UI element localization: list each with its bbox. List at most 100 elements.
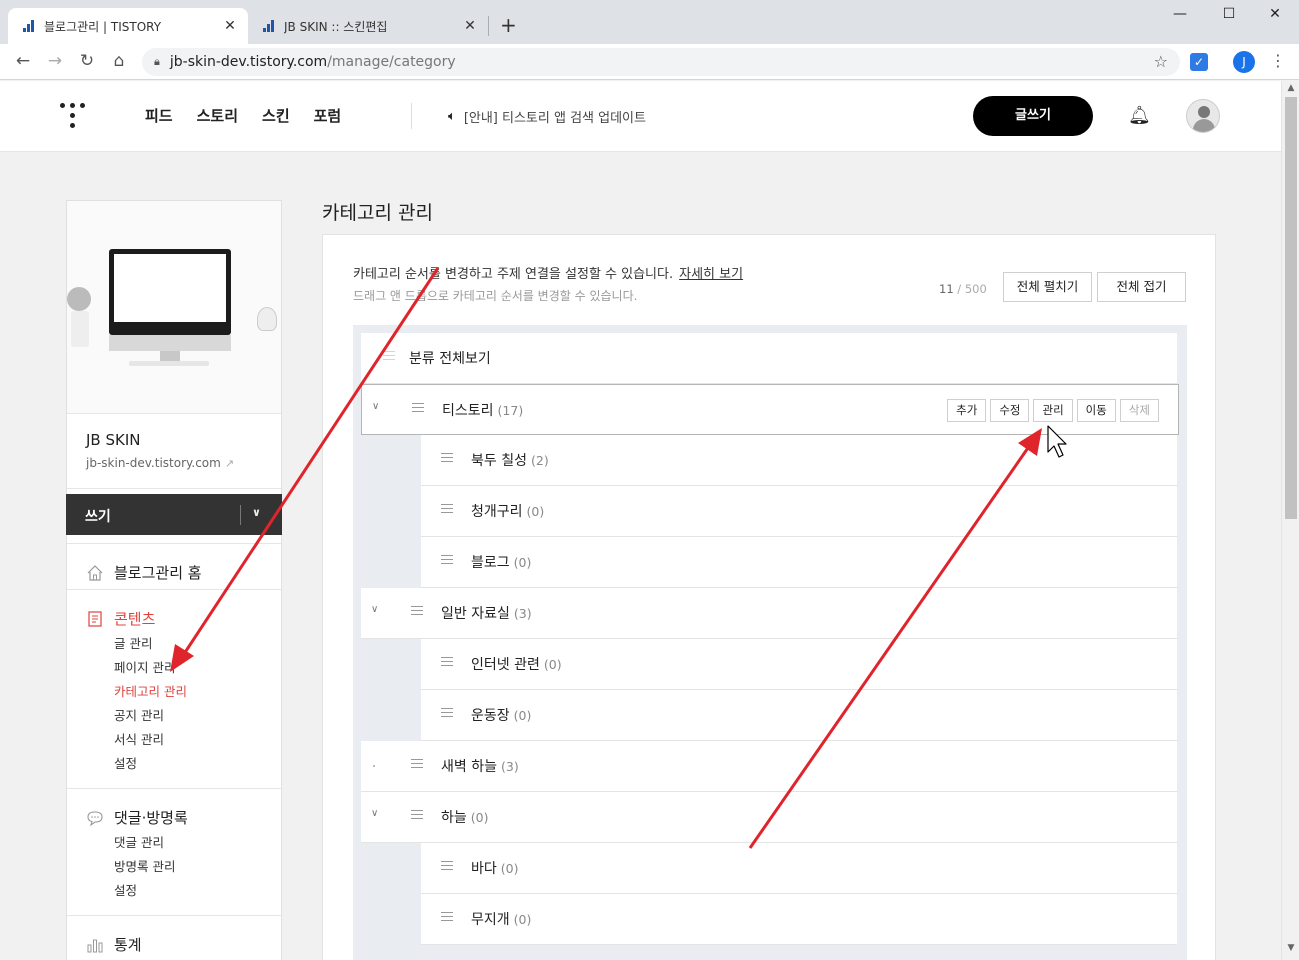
- user-avatar[interactable]: [1186, 99, 1220, 133]
- category-name-text: 하늘: [441, 810, 467, 826]
- forward-icon[interactable]: →: [44, 51, 66, 71]
- page-title: 카테고리 관리: [322, 202, 433, 224]
- maximize-icon[interactable]: ☐: [1214, 6, 1244, 22]
- sidebar-item-comments[interactable]: 댓글·방명록: [86, 807, 188, 828]
- sidebar-sub-notice[interactable]: 공지 관리: [114, 705, 164, 724]
- blog-url-link[interactable]: jb-skin-dev.tistory.com ↗: [86, 456, 234, 470]
- write-bar-separator: [240, 505, 241, 525]
- category-root-row[interactable]: 분류 전체보기: [361, 333, 1177, 384]
- sidebar-item-home[interactable]: 블로그관리 홈: [86, 562, 202, 583]
- notice-link[interactable]: 🔈︎ [안내] 티스토리 앱 검색 업데이트: [448, 107, 646, 126]
- category-name-text: 청개구리: [471, 504, 523, 520]
- sidebar-sub-posts[interactable]: 글 관리: [114, 633, 152, 652]
- drag-handle-icon[interactable]: [441, 861, 453, 870]
- url-bar[interactable]: 🔒︎ jb-skin-dev.tistory.com /manage/categ…: [142, 48, 1180, 76]
- drag-handle-icon[interactable]: [411, 606, 423, 615]
- browser-profile-avatar[interactable]: J: [1233, 51, 1255, 73]
- sidebar-sub-category[interactable]: 카테고리 관리: [114, 681, 187, 700]
- sidebar-item-label: 블로그관리 홈: [114, 564, 202, 582]
- sidebar-item-label: 통계: [114, 936, 142, 954]
- category-row[interactable]: 새벽 하늘 (3): [361, 741, 1177, 792]
- sidebar-item-label: 콘텐츠: [114, 610, 156, 628]
- detail-link[interactable]: 자세히 보기: [679, 267, 743, 282]
- sidebar-sub-comment-settings[interactable]: 설정: [114, 880, 137, 899]
- manage-button[interactable]: 관리: [1033, 399, 1073, 422]
- drag-handle-icon[interactable]: [411, 759, 423, 768]
- chevron-down-icon[interactable]: ∨: [371, 808, 378, 819]
- category-row[interactable]: ∨ 하늘 (0): [361, 792, 1177, 843]
- tab-close-icon[interactable]: ✕: [460, 18, 480, 34]
- nav-skin[interactable]: 스킨: [262, 105, 290, 126]
- drag-handle-icon[interactable]: [412, 403, 424, 412]
- browser-tab-active[interactable]: 블로그관리 | TISTORY ✕: [8, 8, 248, 44]
- category-tree: 분류 전체보기 ∨ 티스토리 (17) 추가 수정 관리 이동 삭제 북두 칠성(…: [353, 325, 1187, 960]
- drag-handle-icon[interactable]: [441, 453, 453, 462]
- edit-button[interactable]: 수정: [990, 399, 1030, 422]
- chevron-down-icon[interactable]: ∨: [371, 604, 378, 615]
- page-scrollbar[interactable]: ▲ ▼: [1281, 81, 1299, 960]
- scroll-down-icon[interactable]: ▼: [1282, 943, 1299, 953]
- sidebar-sub-pages[interactable]: 페이지 관리: [114, 657, 175, 676]
- category-name: 무지개 (0): [471, 909, 531, 929]
- menu-comments-section: 댓글·방명록 댓글 관리 방명록 관리 설정: [67, 788, 281, 915]
- home-icon[interactable]: ⌂: [108, 51, 130, 71]
- category-name-text: 바다: [471, 861, 497, 877]
- tistory-logo-icon[interactable]: [60, 103, 86, 129]
- add-button[interactable]: 추가: [947, 399, 987, 422]
- move-button[interactable]: 이동: [1076, 399, 1116, 422]
- drag-handle-icon[interactable]: [383, 351, 395, 360]
- chevron-down-icon[interactable]: ∨: [372, 401, 379, 412]
- sidebar-item-contents[interactable]: 콘텐츠: [86, 608, 155, 629]
- browser-tabbar: 블로그관리 | TISTORY ✕ JB SKIN :: 스킨편집 ✕ + — …: [0, 0, 1299, 44]
- category-row-child[interactable]: 바다 (0): [421, 843, 1177, 894]
- sidebar-write-button[interactable]: 쓰기 ∨: [66, 494, 282, 535]
- sidebar-sub-guestbook[interactable]: 방명록 관리: [114, 856, 175, 875]
- sidebar-sub-comments[interactable]: 댓글 관리: [114, 832, 164, 851]
- bookmark-star-icon[interactable]: ☆: [1154, 52, 1168, 71]
- expand-all-button[interactable]: 전체 펼치기: [1003, 272, 1092, 302]
- browser-menu-icon[interactable]: ⋮: [1270, 51, 1286, 70]
- nav-story[interactable]: 스토리: [197, 105, 238, 126]
- bell-icon[interactable]: 🔔︎: [1128, 105, 1151, 126]
- blog-thumbnail-image: [67, 201, 281, 414]
- category-description: 카테고리 순서를 변경하고 주제 연결을 설정할 수 있습니다. 자세히 보기: [353, 263, 743, 282]
- minimize-icon[interactable]: —: [1165, 6, 1195, 22]
- new-tab-icon[interactable]: +: [500, 14, 517, 36]
- chevron-down-icon[interactable]: ∨: [252, 506, 261, 519]
- category-row[interactable]: ∨ 일반 자료실 (3): [361, 588, 1177, 639]
- browser-tab[interactable]: JB SKIN :: 스킨편집 ✕: [248, 8, 488, 44]
- back-icon[interactable]: ←: [12, 51, 34, 71]
- category-row-child[interactable]: 운동장 (0): [421, 690, 1177, 741]
- category-row-child[interactable]: 블로그 (0): [421, 537, 1177, 588]
- nav-forum[interactable]: 포럼: [314, 105, 342, 126]
- drag-handle-icon[interactable]: [441, 555, 453, 564]
- sidebar-item-stats[interactable]: 통계: [86, 934, 142, 955]
- drag-handle-icon[interactable]: [441, 657, 453, 666]
- scrollbar-thumb[interactable]: [1285, 97, 1297, 519]
- scroll-up-icon[interactable]: ▲: [1282, 83, 1299, 93]
- tistory-favicon-icon: [22, 19, 36, 33]
- sidebar-sub-settings[interactable]: 설정: [114, 753, 137, 772]
- drag-handle-icon[interactable]: [441, 708, 453, 717]
- window-close-icon[interactable]: ✕: [1260, 6, 1290, 22]
- collapse-all-button[interactable]: 전체 접기: [1097, 272, 1186, 302]
- category-name-text: 일반 자료실: [441, 606, 510, 622]
- drag-handle-icon[interactable]: [411, 810, 423, 819]
- category-row-child[interactable]: 무지개 (0): [421, 894, 1177, 945]
- sidebar-sub-template[interactable]: 서식 관리: [114, 729, 164, 748]
- category-row-child[interactable]: 인터넷 관련 (0): [421, 639, 1177, 690]
- write-post-button[interactable]: 글쓰기: [973, 96, 1093, 136]
- extension-check-icon[interactable]: ✓: [1190, 53, 1208, 71]
- tab-close-icon[interactable]: ✕: [220, 18, 240, 34]
- drag-handle-icon[interactable]: [441, 504, 453, 513]
- tistory-header: 피드 스토리 스킨 포럼 🔈︎ [안내] 티스토리 앱 검색 업데이트 글쓰기 …: [0, 81, 1281, 152]
- category-count: 11 / 500: [939, 282, 987, 296]
- category-row-tistory[interactable]: ∨ 티스토리 (17) 추가 수정 관리 이동 삭제: [361, 384, 1179, 435]
- house-icon: [86, 564, 104, 582]
- category-row-child[interactable]: 청개구리 (0): [421, 486, 1177, 537]
- reload-icon[interactable]: ↻: [76, 51, 98, 71]
- drag-handle-icon[interactable]: [441, 912, 453, 921]
- category-row-child[interactable]: 북두 칠성 (2): [421, 435, 1177, 486]
- nav-feed[interactable]: 피드: [145, 105, 173, 126]
- delete-button[interactable]: 삭제: [1119, 399, 1159, 422]
